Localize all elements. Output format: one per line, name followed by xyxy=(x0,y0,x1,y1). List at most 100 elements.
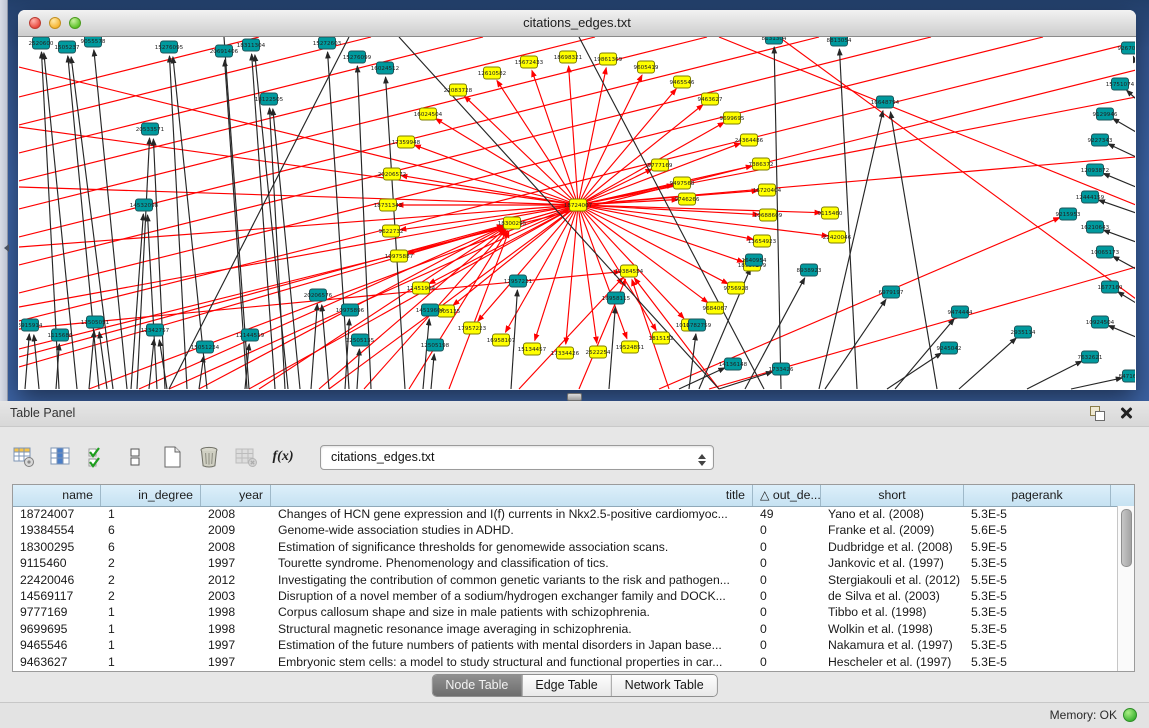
yellow-node[interactable]: 19524851 xyxy=(616,341,645,353)
table-cell[interactable]: 0 xyxy=(753,604,821,620)
teal-node[interactable]: 1677160 xyxy=(1098,281,1123,293)
yellow-node[interactable]: 9699695 xyxy=(720,112,745,124)
column-header-in_degree[interactable]: in_degree xyxy=(101,485,201,506)
teal-node[interactable]: 16958115 xyxy=(602,292,631,304)
black-edge[interactable] xyxy=(423,319,429,389)
table-cell[interactable]: 9465546 xyxy=(13,637,101,653)
yellow-node[interactable]: 18698321 xyxy=(554,51,583,63)
table-cell[interactable]: 14569117 xyxy=(13,588,101,604)
yellow-node[interactable]: 22420046 xyxy=(823,231,852,243)
yellow-node[interactable]: 9497568 xyxy=(670,177,695,189)
teal-node[interactable]: 3915914 xyxy=(19,319,43,331)
tab-node-table[interactable]: Node Table xyxy=(432,675,521,696)
table-cell[interactable]: 5.3E-5 xyxy=(964,506,1111,522)
black-edge[interactable] xyxy=(89,331,94,389)
table-cell[interactable]: de Silva et al. (2003) xyxy=(821,588,964,604)
table-cell[interactable]: 1 xyxy=(101,506,201,522)
table-row[interactable]: 946362711997Embryonic stem cells: a mode… xyxy=(13,654,1118,670)
yellow-node[interactable]: 1815152 xyxy=(649,332,674,344)
black-edge[interactable] xyxy=(839,49,857,389)
table-header-row[interactable]: namein_degreeyeartitle△ out_de...shortpa… xyxy=(13,485,1134,507)
red-edge[interactable] xyxy=(19,42,1135,321)
table-cell[interactable]: 6 xyxy=(101,522,201,538)
table-cell[interactable]: 1997 xyxy=(201,555,271,571)
black-edge[interactable] xyxy=(147,215,157,389)
column-header-out_de[interactable]: △ out_de... xyxy=(753,485,821,506)
table-cell[interactable]: 0 xyxy=(753,654,821,670)
table-cell[interactable]: Investigating the contribution of common… xyxy=(271,572,753,588)
table-cell[interactable]: Franke et al. (2009) xyxy=(821,522,964,538)
black-edge[interactable] xyxy=(825,299,886,389)
table-cell[interactable]: 0 xyxy=(753,555,821,571)
network-view-window[interactable]: citations_edges.txt 18724007187313432020… xyxy=(18,10,1136,390)
yellow-node[interactable]: 9622732 xyxy=(379,225,404,237)
yellow-node[interactable]: 18731343 xyxy=(374,199,403,211)
teal-node[interactable]: 10065173 xyxy=(1091,246,1120,258)
table-row[interactable]: 2242004622012Investigating the contribut… xyxy=(13,572,1118,588)
table-cell[interactable]: Nakamura et al. (1997) xyxy=(821,637,964,653)
black-edge[interactable] xyxy=(887,353,941,389)
teal-node[interactable]: 14532098 xyxy=(130,199,159,211)
table-cell[interactable]: 0 xyxy=(753,572,821,588)
yellow-node[interactable]: 22083728 xyxy=(444,84,473,96)
teal-node[interactable]: 7632621 xyxy=(1078,351,1103,363)
minimize-button[interactable] xyxy=(49,17,61,29)
red-edge[interactable] xyxy=(249,205,578,389)
teal-node[interactable]: 16648794 xyxy=(871,96,900,108)
table-cell[interactable]: 2 xyxy=(101,588,201,604)
table-cell[interactable]: 5.3E-5 xyxy=(964,588,1111,604)
table-cell[interactable]: Dudbridge et al. (2008) xyxy=(821,539,964,555)
table-cell[interactable]: 5.3E-5 xyxy=(964,555,1111,571)
teal-node[interactable]: 9267031 xyxy=(1118,42,1135,54)
black-edge[interactable] xyxy=(311,304,317,389)
vertical-scrollbar[interactable] xyxy=(1117,506,1134,671)
black-edge[interactable] xyxy=(719,372,772,389)
split-pane-grip[interactable] xyxy=(567,393,582,401)
teal-node[interactable]: 1115686 xyxy=(48,329,73,341)
teal-node[interactable]: 2935114 xyxy=(1011,326,1036,338)
table-cell[interactable]: Disruption of a novel member of a sodium… xyxy=(271,588,753,604)
red-edge[interactable] xyxy=(578,68,606,205)
table-cell[interactable]: Genome-wide association studies in ADHD. xyxy=(271,522,753,538)
teal-node[interactable]: 15272603 xyxy=(313,37,342,49)
new-file-icon[interactable] xyxy=(160,445,184,469)
table-cell[interactable]: Changes of HCN gene expression and I(f) … xyxy=(271,506,753,522)
red-edge[interactable] xyxy=(578,205,708,303)
teal-node[interactable]: 9474444 xyxy=(948,306,973,318)
red-edge[interactable] xyxy=(569,66,578,205)
black-edge[interactable] xyxy=(1071,378,1122,389)
trash-icon[interactable] xyxy=(197,445,221,469)
red-edge[interactable] xyxy=(578,205,828,236)
table-cell[interactable]: 1 xyxy=(101,621,201,637)
black-edge[interactable] xyxy=(94,50,127,389)
table-cell[interactable]: 9699695 xyxy=(13,621,101,637)
black-edge[interactable] xyxy=(1027,361,1082,389)
teal-node[interactable]: 6979197 xyxy=(879,286,904,298)
table-cell[interactable]: Structural magnetic resonance image aver… xyxy=(271,621,753,637)
table-cell[interactable]: 18724007 xyxy=(13,506,101,522)
network-window-titlebar[interactable]: citations_edges.txt xyxy=(18,10,1136,37)
teal-node[interactable]: 8131304 xyxy=(762,37,787,44)
yellow-node[interactable]: 17334426 xyxy=(551,347,580,359)
table-cell[interactable]: 5.3E-5 xyxy=(964,637,1111,653)
table-cell[interactable]: Embryonic stem cells: a model to study s… xyxy=(271,654,753,670)
float-window-icon[interactable] xyxy=(1090,406,1105,421)
memory-status-indicator[interactable] xyxy=(1123,708,1137,722)
close-icon[interactable] xyxy=(1119,406,1133,420)
column-header-year[interactable]: year xyxy=(201,485,271,506)
black-edge[interactable] xyxy=(1108,325,1135,337)
yellow-node[interactable]: 2522254 xyxy=(586,346,611,358)
select-columns-icon[interactable] xyxy=(49,445,73,469)
table-row[interactable]: 977716911998Corpus callosum shape and si… xyxy=(13,604,1118,620)
red-edge[interactable] xyxy=(19,37,595,181)
table-cell[interactable]: 0 xyxy=(753,621,821,637)
black-edge[interactable] xyxy=(25,334,29,389)
table-row[interactable]: 1456911722003Disruption of a novel membe… xyxy=(13,588,1118,604)
table-cell[interactable]: 2003 xyxy=(201,588,271,604)
table-cell[interactable]: 1998 xyxy=(201,604,271,620)
table-cell[interactable]: 9463627 xyxy=(13,654,101,670)
table-cell[interactable]: 19384554 xyxy=(13,522,101,538)
black-edge[interactable] xyxy=(609,307,615,389)
red-edge[interactable] xyxy=(19,205,578,247)
yellow-node[interactable]: 12610582 xyxy=(478,67,506,79)
